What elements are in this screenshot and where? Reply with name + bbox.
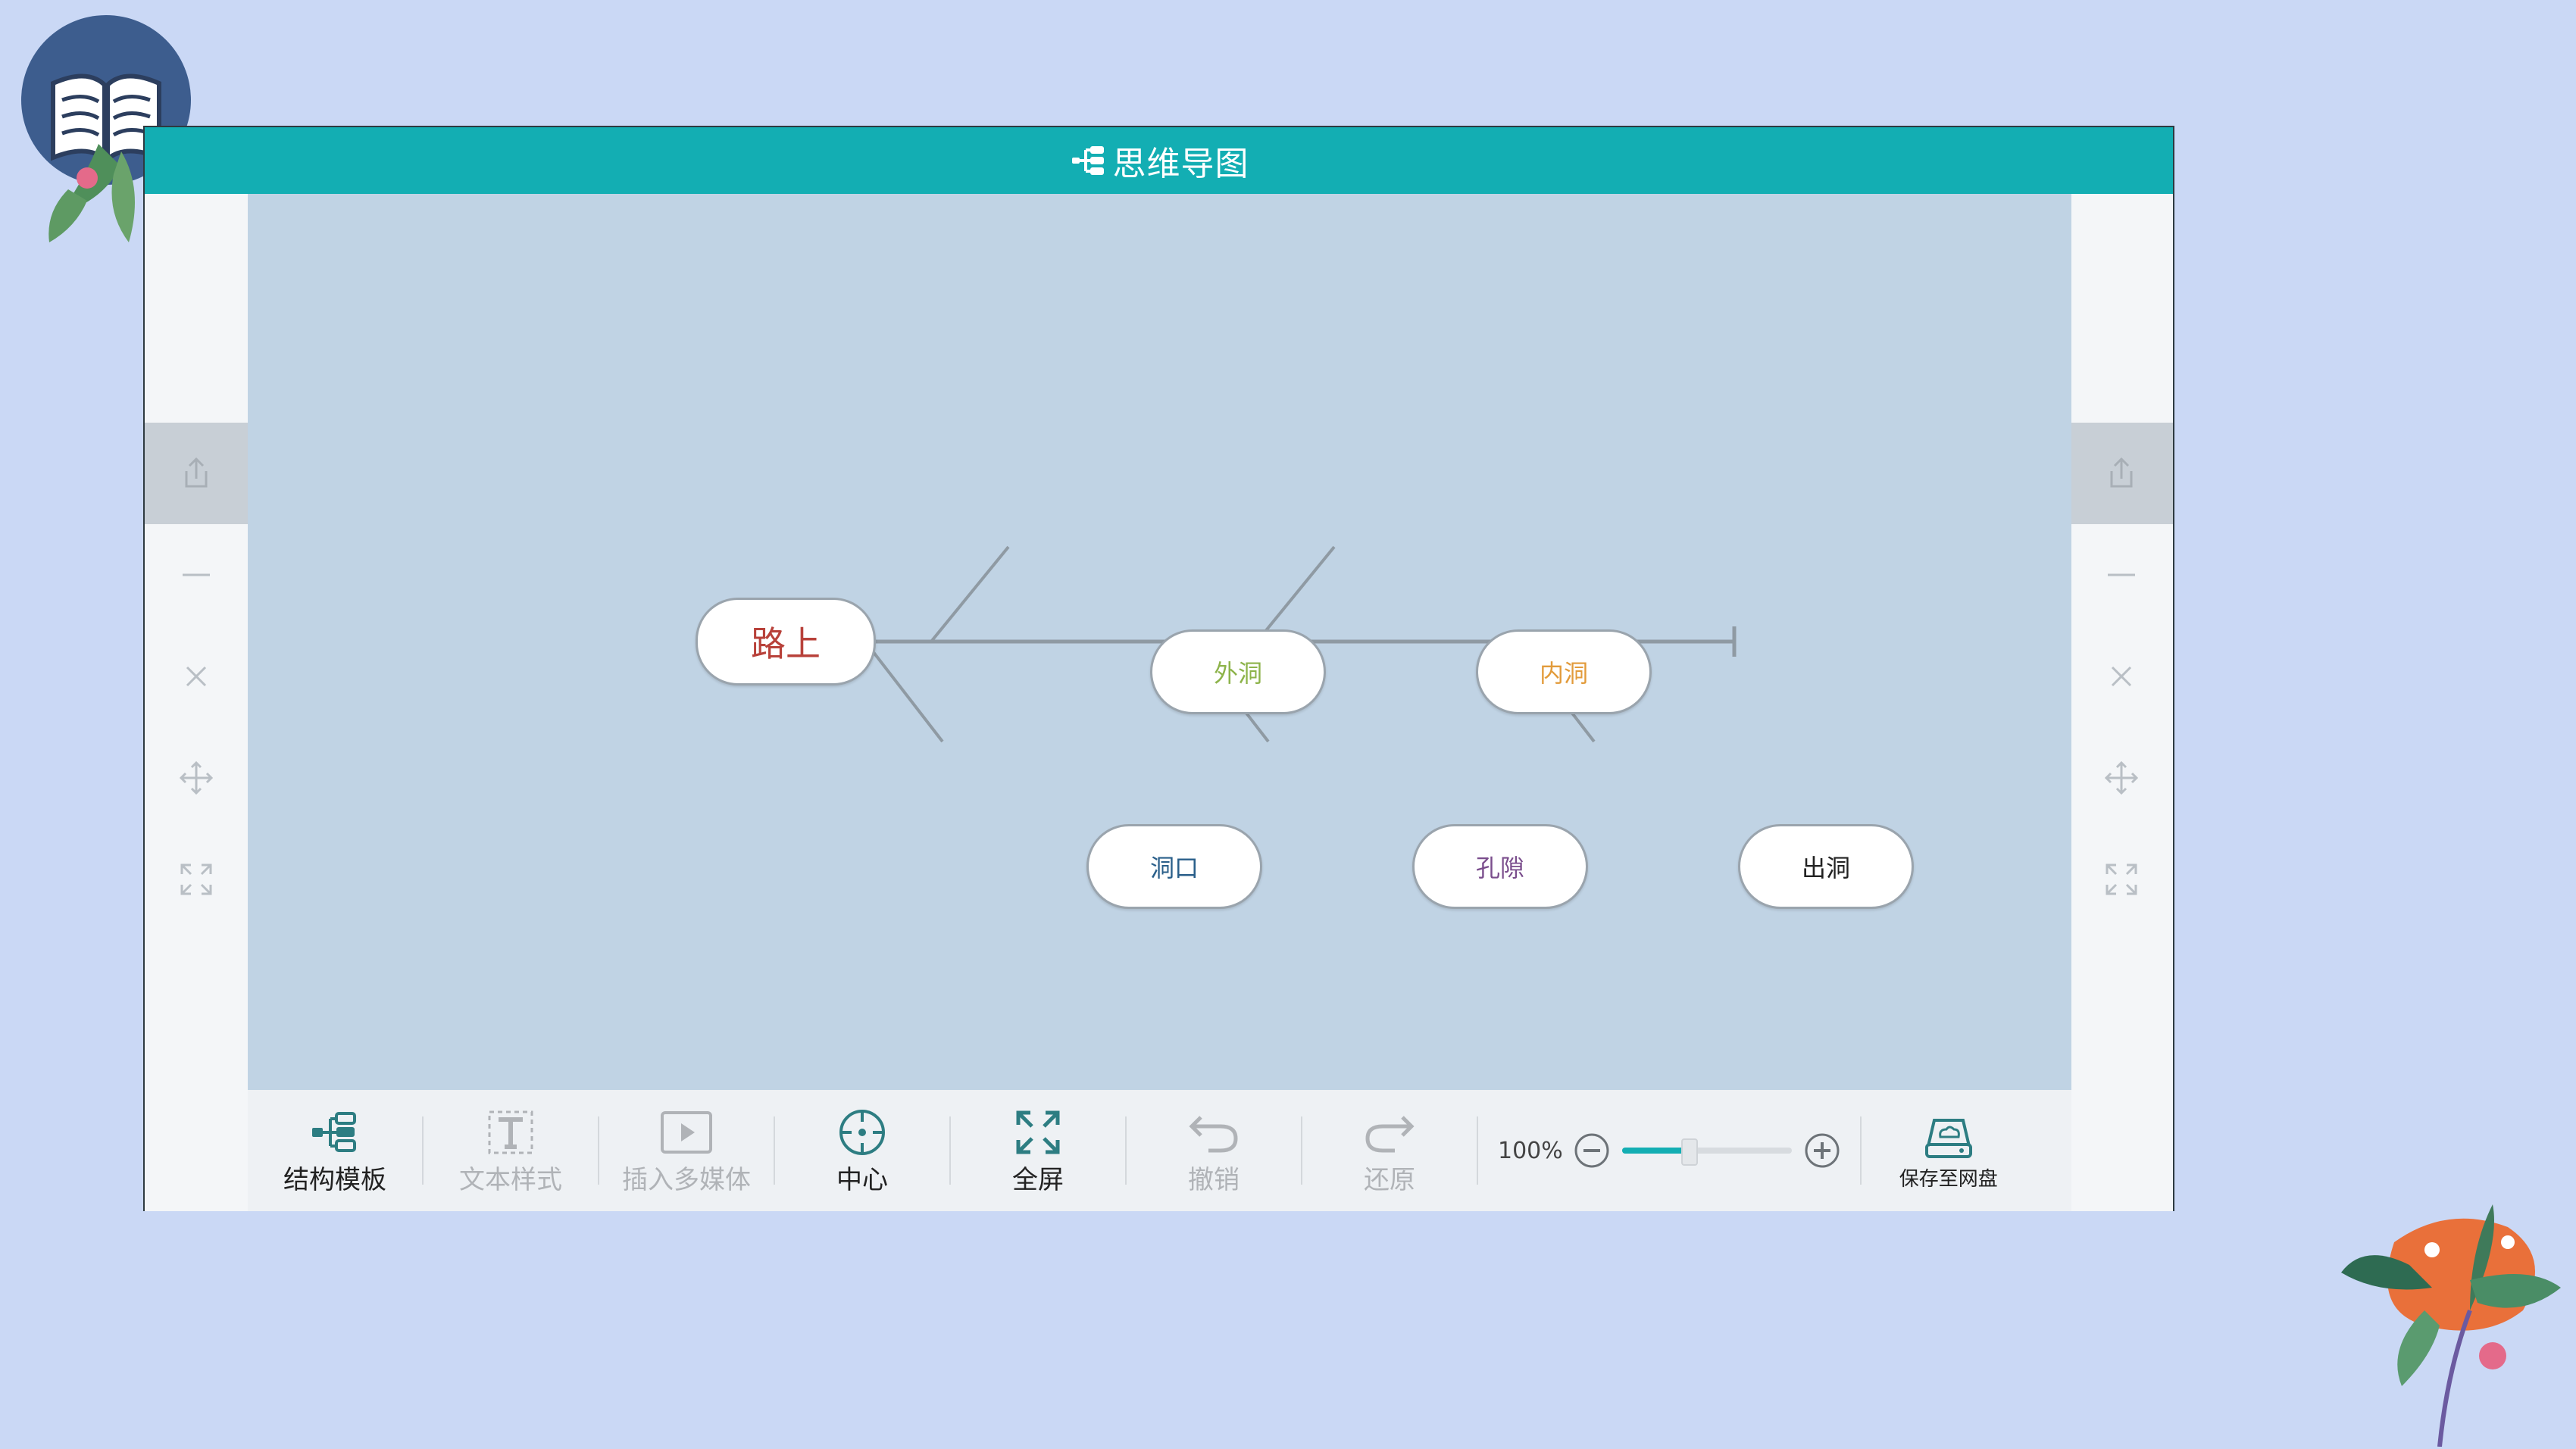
branch-node-label: 外洞 [1213, 659, 1262, 688]
fishbone-connectors [728, 545, 1737, 743]
zoom-out-icon[interactable] [1574, 1132, 1610, 1169]
zoom-slider[interactable] [1621, 1138, 1792, 1166]
mindmap-logo-icon [1071, 146, 1104, 175]
text-style-label: 文本样式 [459, 1164, 562, 1195]
expand-icon [2106, 863, 2137, 895]
zoom-level: 100% [1498, 1137, 1563, 1164]
plant-decoration [2341, 1204, 2561, 1447]
connector-branch-2 [864, 640, 944, 743]
move-icon [2104, 760, 2139, 795]
redo-button[interactable]: 还原 [1302, 1090, 1477, 1211]
insert-media-button[interactable]: 插入多媒体 [599, 1090, 774, 1211]
fullscreen-button-left[interactable] [145, 829, 248, 930]
close-button-right[interactable] [2070, 626, 2173, 727]
structure-template-icon [312, 1111, 356, 1152]
right-side-panel [2070, 194, 2173, 1211]
move-button-right[interactable] [2070, 727, 2173, 829]
branch-node-label: 孔隙 [1475, 854, 1524, 882]
close-icon [2111, 666, 2132, 687]
expand-icon [180, 863, 212, 895]
insert-media-label: 插入多媒体 [622, 1164, 751, 1195]
branch-node-1[interactable]: 外洞 [1150, 629, 1326, 714]
close-icon [186, 666, 207, 687]
fullscreen-label: 全屏 [1012, 1164, 1064, 1195]
text-style-button[interactable]: 文本样式 [424, 1090, 598, 1211]
branch-node-label: 出洞 [1801, 854, 1850, 882]
redo-icon [1365, 1115, 1415, 1152]
text-style-icon [488, 1110, 533, 1154]
root-node-label: 路上 [751, 623, 821, 664]
branch-node-label: 洞口 [1149, 854, 1199, 882]
fullscreen-button[interactable]: 全屏 [951, 1090, 1125, 1211]
move-button-left[interactable] [145, 727, 248, 829]
collapse-button-left[interactable] [145, 524, 248, 626]
window-title: 思维导图 [1112, 145, 1249, 183]
close-button-left[interactable] [145, 626, 248, 727]
left-side-panel [145, 194, 248, 1211]
zoom-slider-thumb[interactable] [1681, 1138, 1699, 1166]
fullscreen-button-right[interactable] [2070, 829, 2173, 930]
redo-label: 还原 [1364, 1164, 1415, 1195]
branch-node-4[interactable]: 孔隙 [1412, 824, 1588, 909]
share-icon [185, 457, 208, 488]
undo-icon [1189, 1115, 1238, 1152]
mindmap-canvas[interactable]: 路上 外洞 洞口 内洞 孔隙 出洞 [248, 194, 2071, 1090]
zoom-in-icon[interactable] [1804, 1132, 1840, 1169]
undo-button[interactable]: 撤销 [1127, 1090, 1301, 1211]
branch-node-5[interactable]: 出洞 [1738, 824, 1914, 909]
undo-label: 撤销 [1188, 1164, 1240, 1195]
connector-branch-3 [1255, 545, 1336, 643]
crosshair-icon [839, 1109, 885, 1155]
mindmap-window: 思维导图 路上 外洞 洞口 内洞 孔隙 出洞 结构模板 文本样式 插入多媒体 中… [143, 126, 2174, 1211]
structure-template-button[interactable]: 结构模板 [248, 1090, 422, 1211]
center-label: 中心 [836, 1164, 888, 1195]
root-node[interactable]: 路上 [696, 598, 876, 685]
media-play-icon [661, 1110, 712, 1154]
save-to-cloud-button[interactable]: 保存至网盘 [1862, 1090, 2036, 1211]
structure-template-label: 结构模板 [283, 1164, 386, 1195]
minus-icon [2108, 573, 2135, 576]
cloud-drive-icon [1924, 1118, 1972, 1158]
collapse-button-right[interactable] [2070, 524, 2173, 626]
share-button-right[interactable] [2070, 423, 2173, 524]
center-button[interactable]: 中心 [775, 1090, 949, 1211]
move-icon [179, 760, 214, 795]
bottom-toolbar: 结构模板 文本样式 插入多媒体 中心 全屏 撤销 还原 100% 保存至网盘 [248, 1090, 2071, 1211]
share-button-left[interactable] [145, 423, 248, 524]
fullscreen-icon [1016, 1110, 1060, 1154]
zoom-control: 100% [1478, 1090, 1860, 1211]
minus-icon [183, 573, 210, 576]
branch-node-3[interactable]: 内洞 [1476, 629, 1652, 714]
share-icon [2110, 457, 2133, 488]
zoom-slider-fill [1621, 1148, 1690, 1154]
save-to-cloud-label: 保存至网盘 [1899, 1167, 1998, 1191]
title-bar: 思维导图 [145, 127, 2173, 194]
branch-node-label: 内洞 [1539, 659, 1588, 688]
branch-node-2[interactable]: 洞口 [1086, 824, 1262, 909]
connector-branch-1 [930, 545, 1010, 643]
